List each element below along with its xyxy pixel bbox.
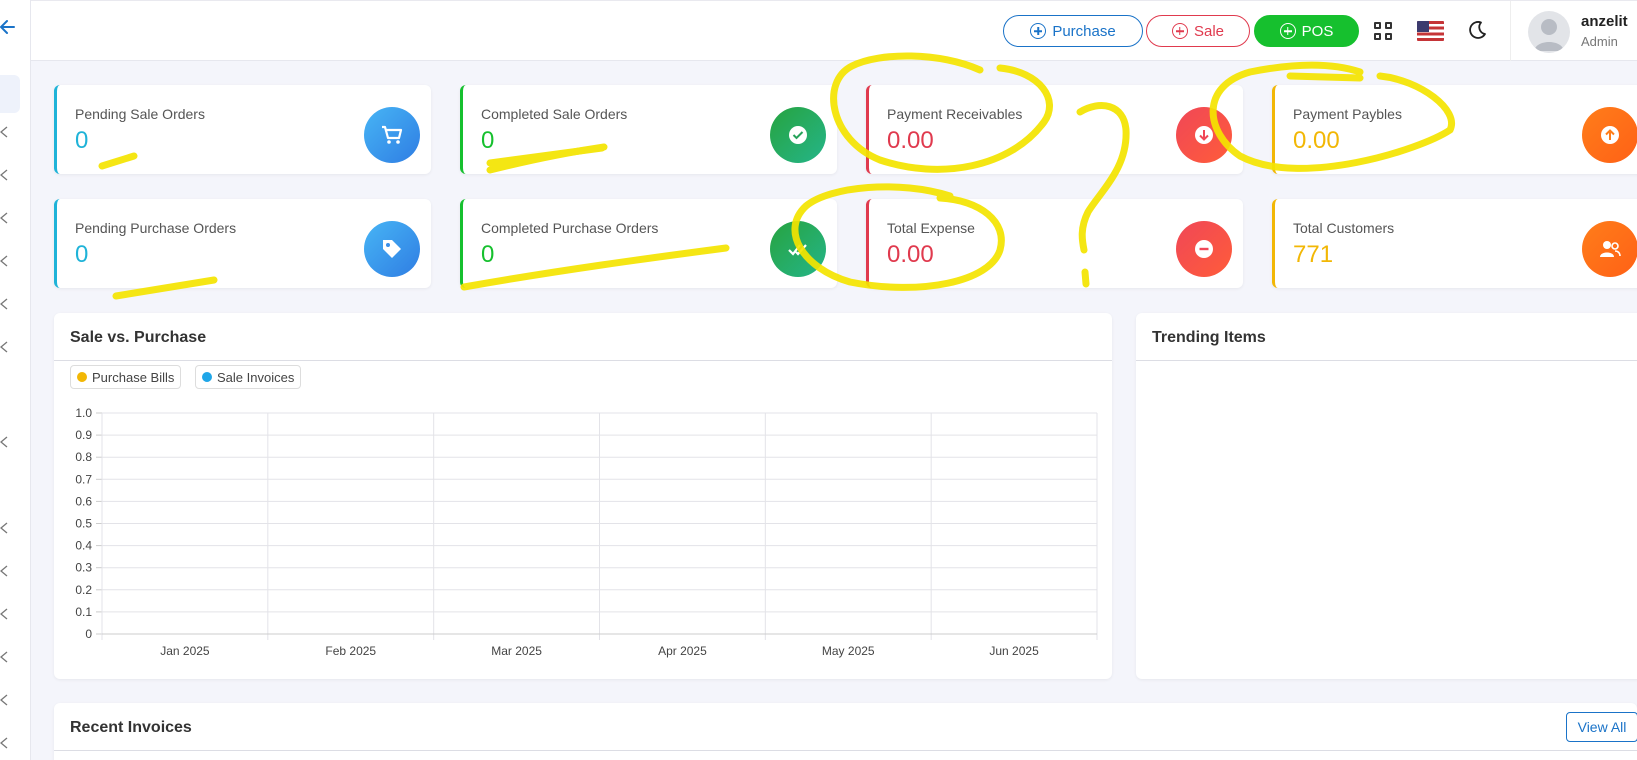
chevron-icon[interactable]: [0, 608, 9, 620]
chevron-icon[interactable]: [0, 565, 9, 577]
chevron-icon[interactable]: [0, 436, 9, 448]
card-label: Payment Paybles: [1293, 106, 1402, 122]
us-flag-icon[interactable]: [1417, 21, 1444, 41]
x-tick-label: Jun 2025: [989, 644, 1039, 658]
y-tick-label: 0.1: [75, 605, 92, 619]
x-tick-label: May 2025: [822, 644, 875, 658]
card-payment-paybles[interactable]: Payment Paybles 0.00: [1272, 85, 1637, 174]
header-divider: [1510, 1, 1511, 61]
y-tick-label: 0.5: [75, 517, 92, 531]
card-value: 771: [1293, 241, 1334, 268]
check-icon: [770, 107, 826, 163]
moon-icon[interactable]: [1466, 19, 1488, 41]
cart-icon: [364, 107, 420, 163]
trending-items-panel: Trending Items: [1136, 313, 1637, 679]
y-tick-label: 0.4: [75, 539, 92, 553]
card-payment-receivables[interactable]: Payment Receivables 0.00: [866, 85, 1243, 174]
panel-title: Recent Invoices: [70, 719, 192, 736]
chevron-icon[interactable]: [0, 169, 9, 181]
chevron-icon[interactable]: [0, 255, 9, 267]
plus-circle-icon: [1030, 23, 1047, 39]
user-name[interactable]: anzelit: [1581, 13, 1628, 30]
x-tick-label: Mar 2025: [491, 644, 542, 658]
sale-vs-purchase-panel: Sale vs. Purchase Purchase Bills Sale In…: [54, 313, 1112, 679]
divider: [1136, 360, 1637, 361]
chevron-icon[interactable]: [0, 341, 9, 353]
view-all-button[interactable]: View All: [1566, 712, 1637, 742]
apps-grid-icon[interactable]: [1374, 22, 1392, 40]
avatar[interactable]: [1528, 11, 1570, 53]
card-pending-sale-orders[interactable]: Pending Sale Orders 0: [54, 85, 431, 174]
card-total-expense[interactable]: Total Expense 0.00: [866, 199, 1243, 288]
double-check-icon: [770, 221, 826, 277]
card-completed-sale-orders[interactable]: Completed Sale Orders 0: [460, 85, 837, 174]
card-label: Payment Receivables: [887, 106, 1023, 122]
card-value: 0.00: [1293, 127, 1340, 154]
y-tick-label: 0.8: [75, 450, 92, 464]
x-tick-label: Feb 2025: [325, 644, 376, 658]
card-total-customers[interactable]: Total Customers 771: [1272, 199, 1637, 288]
card-value: 0: [481, 241, 495, 268]
sale-vs-purchase-chart: 0 0.1 0.2 0.3 0.4 0.5 0.6 0.7 0.8 0.9 1.0 Jan 2025 F…: [75, 406, 1098, 658]
sidebar: [0, 0, 31, 760]
x-tick-label: Jan 2025: [160, 644, 210, 658]
recent-invoices-panel: Recent Invoices View All: [54, 703, 1637, 760]
y-tick-label: 0.7: [75, 472, 92, 486]
card-value: 0: [481, 127, 495, 154]
divider: [54, 750, 1637, 751]
minus-icon: [1176, 221, 1232, 277]
chevron-icon[interactable]: [0, 522, 9, 534]
purchase-button[interactable]: Purchase: [1003, 15, 1143, 47]
card-label: Completed Purchase Orders: [481, 220, 659, 236]
chevron-icon[interactable]: [0, 651, 9, 663]
sale-button-label: Sale: [1193, 22, 1225, 40]
card-value: 0: [75, 127, 89, 154]
x-tick-label: Apr 2025: [658, 644, 707, 658]
card-label: Completed Sale Orders: [481, 106, 628, 122]
chevron-icon[interactable]: [0, 298, 9, 310]
arrow-up-icon: [1582, 107, 1637, 163]
y-tick-label: 0.3: [75, 561, 92, 575]
chevron-icon[interactable]: [0, 694, 9, 706]
pos-button[interactable]: POS: [1254, 15, 1359, 47]
user-role: Admin: [1581, 34, 1618, 49]
y-tick-label: 0: [85, 627, 92, 641]
card-value: 0: [75, 241, 89, 268]
chevron-icon[interactable]: [0, 737, 9, 749]
card-label: Total Expense: [887, 220, 975, 236]
y-tick-label: 1.0: [75, 406, 92, 420]
y-tick-label: 0.2: [75, 583, 92, 597]
users-icon: [1582, 221, 1637, 277]
sidebar-item-dashboard[interactable]: [0, 75, 20, 113]
chevron-icon[interactable]: [0, 212, 9, 224]
sale-button[interactable]: Sale: [1146, 15, 1250, 47]
card-value: 0.00: [887, 127, 934, 154]
card-completed-purchase-orders[interactable]: Completed Purchase Orders 0: [460, 199, 837, 288]
top-header: Purchase Sale POS anzelit Admin: [31, 0, 1637, 61]
chevron-icon[interactable]: [0, 126, 9, 138]
collapse-sidebar-icon[interactable]: [0, 16, 20, 38]
y-tick-label: 0.9: [75, 428, 92, 442]
plus-circle-icon: [1171, 23, 1188, 39]
pos-button-label: POS: [1301, 22, 1334, 40]
y-tick-label: 0.6: [75, 494, 92, 508]
card-label: Pending Sale Orders: [75, 106, 205, 122]
purchase-button-label: Purchase: [1052, 22, 1116, 40]
card-pending-purchase-orders[interactable]: Pending Purchase Orders 0: [54, 199, 431, 288]
panel-title: Trending Items: [1152, 329, 1266, 346]
card-label: Pending Purchase Orders: [75, 220, 237, 236]
card-label: Total Customers: [1293, 220, 1395, 236]
card-value: 0.00: [887, 241, 934, 268]
plus-circle-icon: [1279, 23, 1296, 39]
arrow-down-icon: [1176, 107, 1232, 163]
tag-icon: [364, 221, 420, 277]
